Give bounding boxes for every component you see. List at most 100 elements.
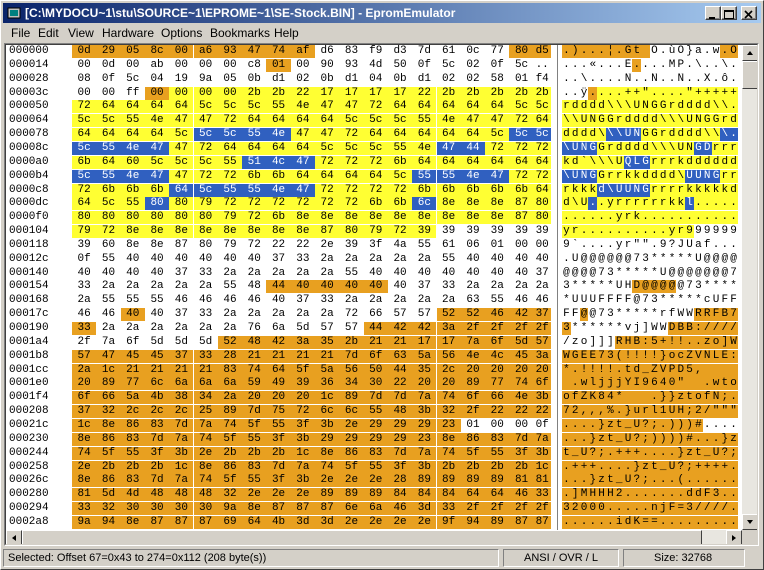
- ascii-char[interactable]: *: [614, 391, 624, 405]
- ascii-char[interactable]: @: [676, 267, 685, 280]
- hex-byte[interactable]: 40: [169, 253, 193, 266]
- ascii-char[interactable]: d: [711, 155, 721, 169]
- hex-byte[interactable]: 72: [387, 183, 413, 197]
- hex-byte[interactable]: 20: [266, 391, 291, 405]
- ascii-char[interactable]: G: [606, 114, 615, 128]
- hex-byte[interactable]: 5d: [96, 488, 121, 502]
- ascii-char[interactable]: .: [658, 446, 668, 460]
- hex-byte[interactable]: 5c: [339, 141, 364, 155]
- hex-byte[interactable]: 2e: [387, 515, 413, 529]
- ascii-char[interactable]: M: [579, 488, 589, 502]
- ascii-char[interactable]: ;: [650, 418, 659, 432]
- ascii-char[interactable]: Y: [623, 377, 633, 391]
- ascii-char[interactable]: N: [579, 141, 589, 155]
- hex-row[interactable]: 0000c8 72 r 6b k 6b k 6b k 64 d 5c \ 55 U 55 U 4e N 47 G 72 r 7…: [6, 183, 742, 197]
- ascii-char[interactable]: 0: [588, 502, 598, 516]
- ascii-char[interactable]: d: [650, 114, 659, 128]
- hex-byte[interactable]: 72: [363, 183, 388, 197]
- ascii-char[interactable]: .: [641, 59, 650, 72]
- ascii-char[interactable]: N: [702, 169, 712, 183]
- hex-byte[interactable]: 00: [534, 239, 551, 252]
- ascii-char[interactable]: d: [641, 141, 650, 155]
- hex-byte[interactable]: 20: [460, 363, 486, 377]
- ascii-char[interactable]: !: [597, 363, 606, 377]
- ascii-char[interactable]: @: [606, 253, 615, 266]
- ascii-char[interactable]: .: [614, 502, 624, 516]
- hex-byte[interactable]: 72: [217, 114, 243, 128]
- hex-byte[interactable]: 0c: [461, 45, 485, 58]
- hex-byte[interactable]: 46: [194, 294, 218, 307]
- hex-byte[interactable]: 32: [96, 502, 121, 516]
- ascii-char[interactable]: .: [676, 86, 686, 100]
- hex-byte[interactable]: 9a: [217, 502, 243, 516]
- ascii-char[interactable]: #: [685, 432, 694, 446]
- menu-options[interactable]: Options: [161, 26, 202, 41]
- ascii-char[interactable]: :: [641, 335, 650, 349]
- ascii-char[interactable]: .: [623, 488, 633, 502]
- ascii-char[interactable]: E: [720, 349, 730, 363]
- hex-byte[interactable]: 46: [72, 308, 96, 321]
- ascii-char[interactable]: .: [720, 45, 730, 58]
- ascii-char[interactable]: .: [597, 59, 606, 72]
- hex-row[interactable]: 000064 5c \ 5c \ 55 U 4e N 47 G 47 G 72 r 64 d 64 d 64 d 64 d 5…: [6, 114, 742, 128]
- ascii-char[interactable]: .: [641, 225, 650, 239]
- ascii-char[interactable]: .: [588, 418, 598, 432]
- ascii-char[interactable]: d: [597, 183, 606, 197]
- ascii-char[interactable]: k: [711, 183, 721, 197]
- hex-byte[interactable]: 2a: [388, 253, 412, 266]
- ascii-char[interactable]: 2: [570, 502, 580, 516]
- hex-byte[interactable]: 21: [315, 349, 340, 363]
- ascii-char[interactable]: ;: [641, 432, 650, 446]
- hex-editor[interactable]: 000000 0d. 29) 05. 8c. 00. a6 ¦ 93. 47 G 74 t af ¯ d6 Ö 8…: [4, 43, 759, 546]
- hex-byte[interactable]: 5c: [315, 141, 340, 155]
- hex-byte[interactable]: 37: [169, 349, 194, 363]
- hex-byte[interactable]: 01: [266, 58, 291, 72]
- ascii-char[interactable]: +: [720, 86, 730, 100]
- hex-byte[interactable]: 39: [534, 225, 551, 238]
- hex-byte[interactable]: 40: [145, 253, 169, 266]
- hex-byte[interactable]: 89: [96, 377, 121, 391]
- ascii-char[interactable]: !: [641, 349, 650, 363]
- ascii-char[interactable]: .: [676, 211, 686, 225]
- hex-byte[interactable]: 6c: [412, 197, 437, 211]
- hex-byte[interactable]: 64: [460, 155, 486, 169]
- hex-byte[interactable]: 5c: [144, 155, 170, 169]
- hex-byte[interactable]: 2e: [242, 488, 267, 502]
- ascii-char[interactable]: d: [720, 155, 730, 169]
- ascii-char[interactable]: 0: [597, 502, 606, 516]
- ascii-char[interactable]: .: [562, 211, 571, 225]
- ascii-char[interactable]: ): [658, 432, 668, 446]
- hex-byte[interactable]: 93: [217, 45, 243, 58]
- ascii-char[interactable]: ;: [641, 474, 650, 488]
- ascii-char[interactable]: *: [676, 253, 685, 266]
- hex-byte[interactable]: 0b: [315, 73, 339, 86]
- hex-byte[interactable]: 20: [412, 377, 437, 391]
- menu-help[interactable]: Help: [274, 26, 299, 41]
- ascii-char[interactable]: U: [570, 141, 580, 155]
- ascii-char[interactable]: @: [588, 267, 597, 280]
- hex-byte[interactable]: 48: [242, 280, 266, 293]
- hex-byte[interactable]: 8e: [290, 211, 315, 225]
- ascii-char[interactable]: .: [570, 418, 580, 432]
- ascii-char[interactable]: *: [606, 280, 615, 293]
- hex-row[interactable]: 0001cc 2a * 1c. 21! 21! 21! 21! 83. 74 t 64 d 5f _ 5a Z 5…: [6, 363, 742, 377]
- hex-byte[interactable]: 2a: [339, 253, 363, 266]
- ascii-char[interactable]: @: [588, 308, 597, 321]
- ascii-char[interactable]: N: [685, 141, 694, 155]
- hex-byte[interactable]: 2a: [364, 294, 388, 307]
- hex-byte[interactable]: 3a: [533, 349, 551, 363]
- ascii-char[interactable]: +: [614, 446, 624, 460]
- ascii-char[interactable]: ): [570, 45, 580, 58]
- hex-byte[interactable]: 8e: [144, 225, 170, 239]
- ascii-char[interactable]: }: [667, 391, 677, 405]
- ascii-char[interactable]: o: [711, 335, 721, 349]
- hex-byte[interactable]: 2b: [436, 86, 461, 100]
- hex-byte[interactable]: 00: [218, 59, 242, 72]
- hex-byte[interactable]: 64: [96, 155, 121, 169]
- ascii-char[interactable]: `: [571, 239, 580, 252]
- ascii-char[interactable]: P: [667, 363, 677, 377]
- ascii-char[interactable]: .: [579, 515, 589, 529]
- ascii-char[interactable]: .: [570, 515, 580, 529]
- ascii-char[interactable]: .: [641, 73, 650, 86]
- ascii-char[interactable]: .: [729, 100, 738, 114]
